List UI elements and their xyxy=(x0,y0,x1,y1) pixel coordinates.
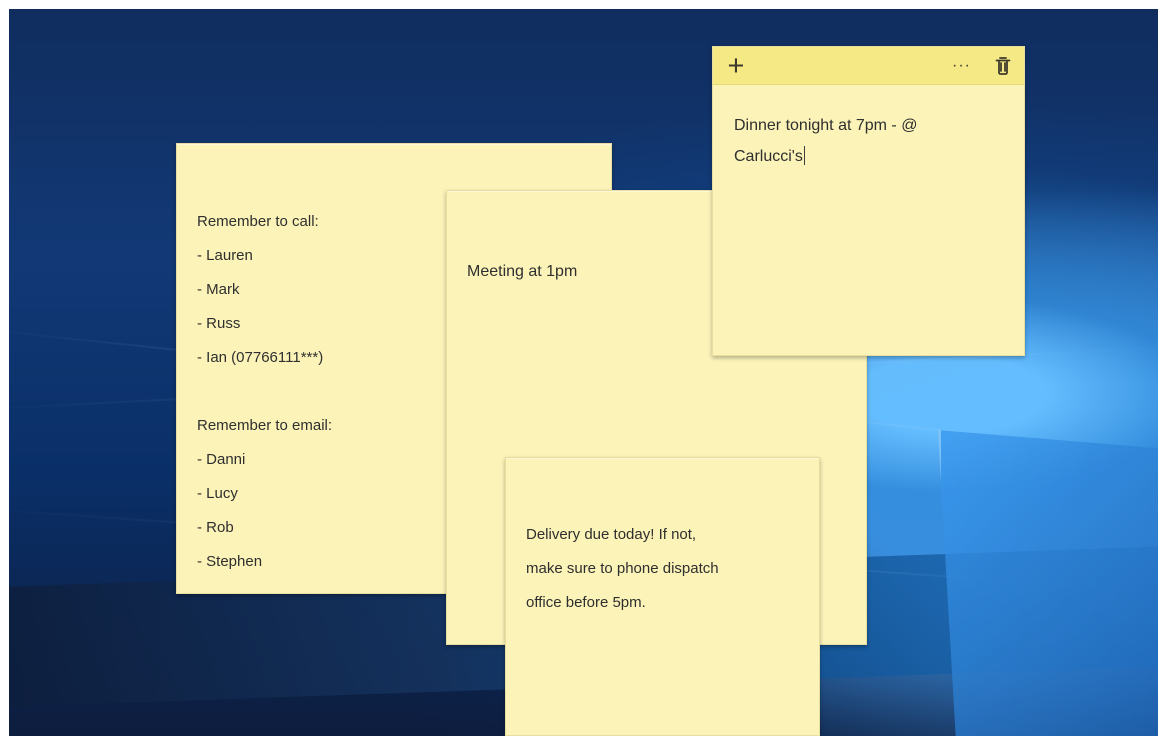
more-icon[interactable]: ··· xyxy=(949,58,974,74)
desktop-background: Remember to call: - Lauren - Mark - Russ… xyxy=(9,9,1158,736)
screen: Remember to call: - Lauren - Mark - Russ… xyxy=(0,0,1158,736)
trash-icon[interactable] xyxy=(993,56,1013,76)
sticky-note-delivery[interactable]: Delivery due today! If not, make sure to… xyxy=(505,457,820,736)
note-text[interactable]: Dinner tonight at 7pm - @ Carlucci's xyxy=(734,110,989,172)
dinner-note-text: Dinner tonight at 7pm - @ Carlucci's xyxy=(734,117,918,165)
note-text[interactable]: Remember to call: - Lauren - Mark - Russ… xyxy=(197,205,447,579)
sticky-note-dinner[interactable]: + ··· Dinner tonight at 7pm - @ Carlucci… xyxy=(712,46,1025,356)
note-toolbar: + ··· xyxy=(713,47,1024,85)
plus-icon[interactable]: + xyxy=(723,51,749,80)
text-cursor xyxy=(803,146,805,165)
note-text[interactable]: Delivery due today! If not, make sure to… xyxy=(526,518,796,620)
